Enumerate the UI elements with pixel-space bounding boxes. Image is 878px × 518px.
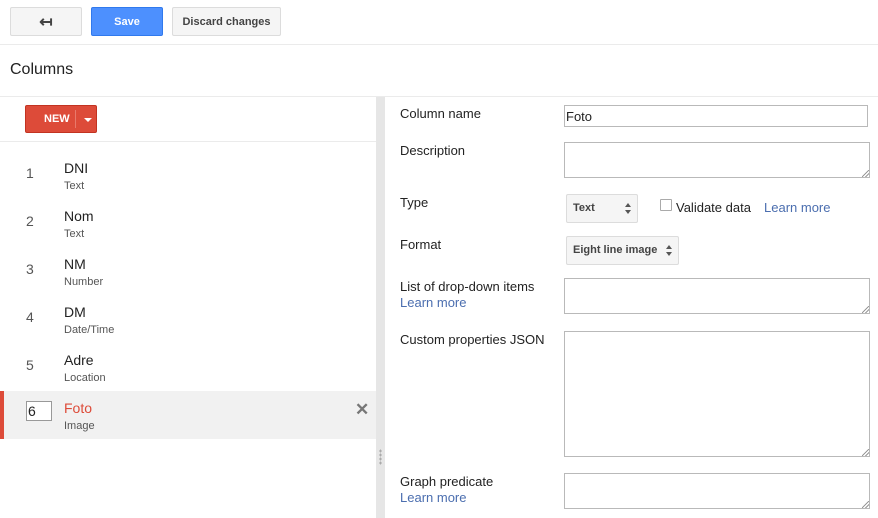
resize-handle-icon[interactable] <box>862 501 869 508</box>
column-name: DM <box>64 304 86 320</box>
dropdown-items-label: List of drop-down items <box>400 279 535 294</box>
type-learn-more-link[interactable]: Learn more <box>764 200 830 215</box>
column-name: Foto <box>64 400 93 416</box>
column-row-2[interactable]: 2 Nom Text <box>0 195 376 243</box>
toolbar: ↤ Save Discard changes <box>0 0 878 45</box>
new-button-label: NEW <box>44 113 70 125</box>
description-textarea[interactable] <box>564 142 870 178</box>
dropdown-items-textarea[interactable] <box>564 278 870 314</box>
column-type: Number <box>64 276 104 288</box>
column-name: DNI <box>64 160 89 176</box>
select-arrows-icon <box>666 245 673 256</box>
column-row-4[interactable]: 4 DM Date/Time <box>0 291 376 339</box>
drag-handle-icon[interactable] <box>379 449 382 465</box>
caret-down-icon[interactable] <box>84 118 92 122</box>
new-column-button[interactable]: NEW <box>25 105 97 133</box>
column-name: Nom <box>64 208 94 224</box>
column-type: Image <box>64 420 95 432</box>
columns-list-panel: NEW 1 DNI Text 2 Nom Text 3 NM Number 4 … <box>0 97 376 518</box>
save-button[interactable]: Save <box>91 7 163 36</box>
column-name-input[interactable]: Foto <box>564 105 868 127</box>
graph-predicate-label: Graph predicate <box>400 474 494 489</box>
format-select-value: Eight line image <box>573 244 658 256</box>
column-type: Date/Time <box>64 324 115 336</box>
resize-handle-icon[interactable] <box>862 170 869 177</box>
format-label: Format <box>400 237 442 252</box>
column-row-3[interactable]: 3 NM Number <box>0 243 376 291</box>
column-row-5[interactable]: 5 Adre Location <box>0 339 376 387</box>
select-arrows-icon <box>625 203 632 214</box>
type-label: Type <box>400 195 429 210</box>
column-type: Text <box>64 180 85 192</box>
column-type: Text <box>64 228 85 240</box>
custom-properties-label: Custom properties JSON <box>400 332 545 347</box>
column-name: NM <box>64 256 86 272</box>
description-label: Description <box>400 143 466 158</box>
column-number: 4 <box>26 309 34 325</box>
back-button[interactable]: ↤ <box>10 7 82 36</box>
column-row-1[interactable]: 1 DNI Text <box>0 147 376 195</box>
delete-column-icon[interactable]: ✕ <box>355 400 369 420</box>
panel-splitter[interactable] <box>376 97 385 518</box>
column-number: 1 <box>26 165 34 181</box>
column-name: Adre <box>64 352 94 368</box>
graph-predicate-learn-more-link[interactable]: Learn more <box>400 490 466 505</box>
column-type: Location <box>64 372 106 384</box>
column-name-label: Column name <box>400 106 481 121</box>
custom-properties-textarea[interactable] <box>564 331 870 457</box>
divider <box>75 110 76 128</box>
column-number-input[interactable]: 6 <box>26 401 52 421</box>
format-select[interactable]: Eight line image <box>566 236 679 265</box>
column-number: 5 <box>26 357 34 373</box>
page-title: Columns <box>10 61 74 78</box>
divider <box>0 141 376 142</box>
discard-changes-button[interactable]: Discard changes <box>172 7 281 36</box>
type-select-value: Text <box>573 202 595 214</box>
back-arrow-icon: ↤ <box>39 13 53 31</box>
type-select[interactable]: Text <box>566 194 638 223</box>
column-number: 2 <box>26 213 34 229</box>
resize-handle-icon[interactable] <box>862 449 869 456</box>
validate-data-label: Validate data <box>676 200 751 215</box>
resize-handle-icon[interactable] <box>862 306 869 313</box>
graph-predicate-textarea[interactable] <box>564 473 870 509</box>
column-row-6-selected[interactable]: 6 Foto Image ✕ <box>0 391 376 439</box>
column-number: 3 <box>26 261 34 277</box>
validate-data-checkbox[interactable] <box>660 199 672 211</box>
dropdown-learn-more-link[interactable]: Learn more <box>400 295 466 310</box>
